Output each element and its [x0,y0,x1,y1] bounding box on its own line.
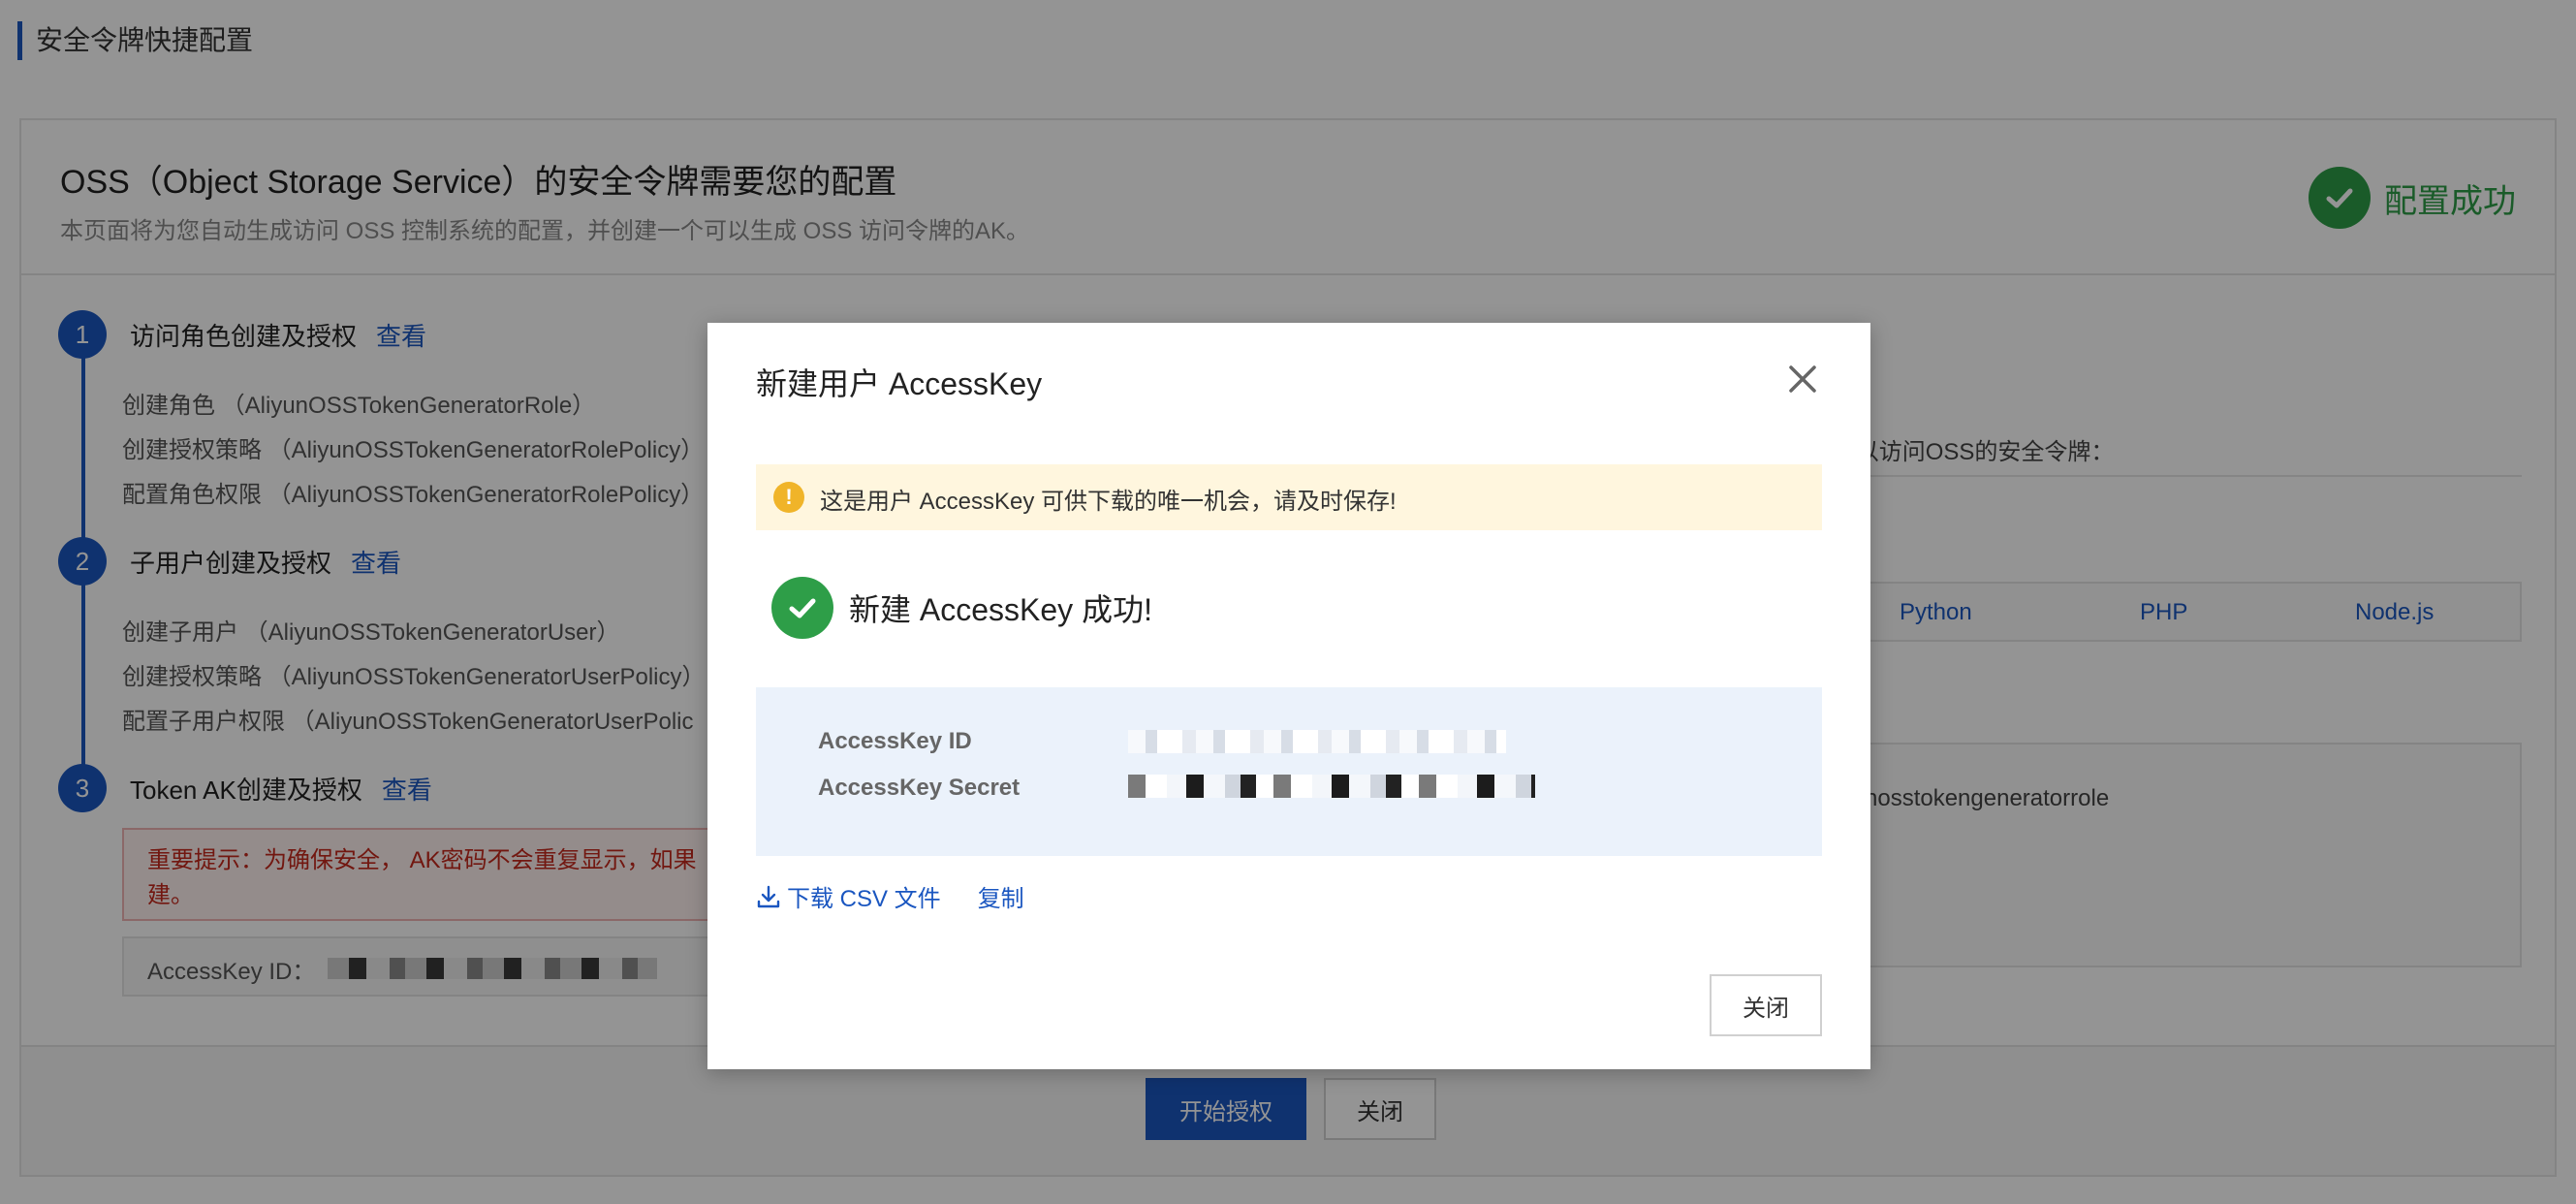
create-success: 新建 AccessKey 成功! [771,577,1152,639]
success-message: 新建 AccessKey 成功! [849,592,1152,627]
dialog-close-button[interactable]: 关闭 [1710,974,1822,1036]
copy-link[interactable]: 复制 [978,879,1024,913]
dialog-title: 新建用户 AccessKey [756,366,1043,401]
key-actions: 下载 CSV 文件 复制 [756,879,1024,913]
accesskey-secret-label: AccessKey Secret [818,775,1021,801]
download-csv-label[interactable]: 下载 CSV 文件 [787,879,941,913]
masked-accesskey-id [1128,730,1506,753]
success-check-icon [771,577,833,639]
close-icon[interactable] [1783,360,1822,398]
accesskey-id-label: AccessKey ID [818,728,972,754]
download-csv-link[interactable]: 下载 CSV 文件 [756,879,941,913]
download-icon [757,885,780,907]
accesskey-info: AccessKey ID AccessKey Secret [756,687,1822,856]
new-accesskey-dialog: 新建用户 AccessKey ! 这是用户 AccessKey 可供下载的唯一机… [707,323,1870,1069]
masked-accesskey-secret [1128,775,1535,798]
warning-icon: ! [773,482,804,513]
save-notice: ! 这是用户 AccessKey 可供下载的唯一机会，请及时保存! [756,464,1822,530]
notice-text: 这是用户 AccessKey 可供下载的唯一机会，请及时保存! [820,489,1397,515]
